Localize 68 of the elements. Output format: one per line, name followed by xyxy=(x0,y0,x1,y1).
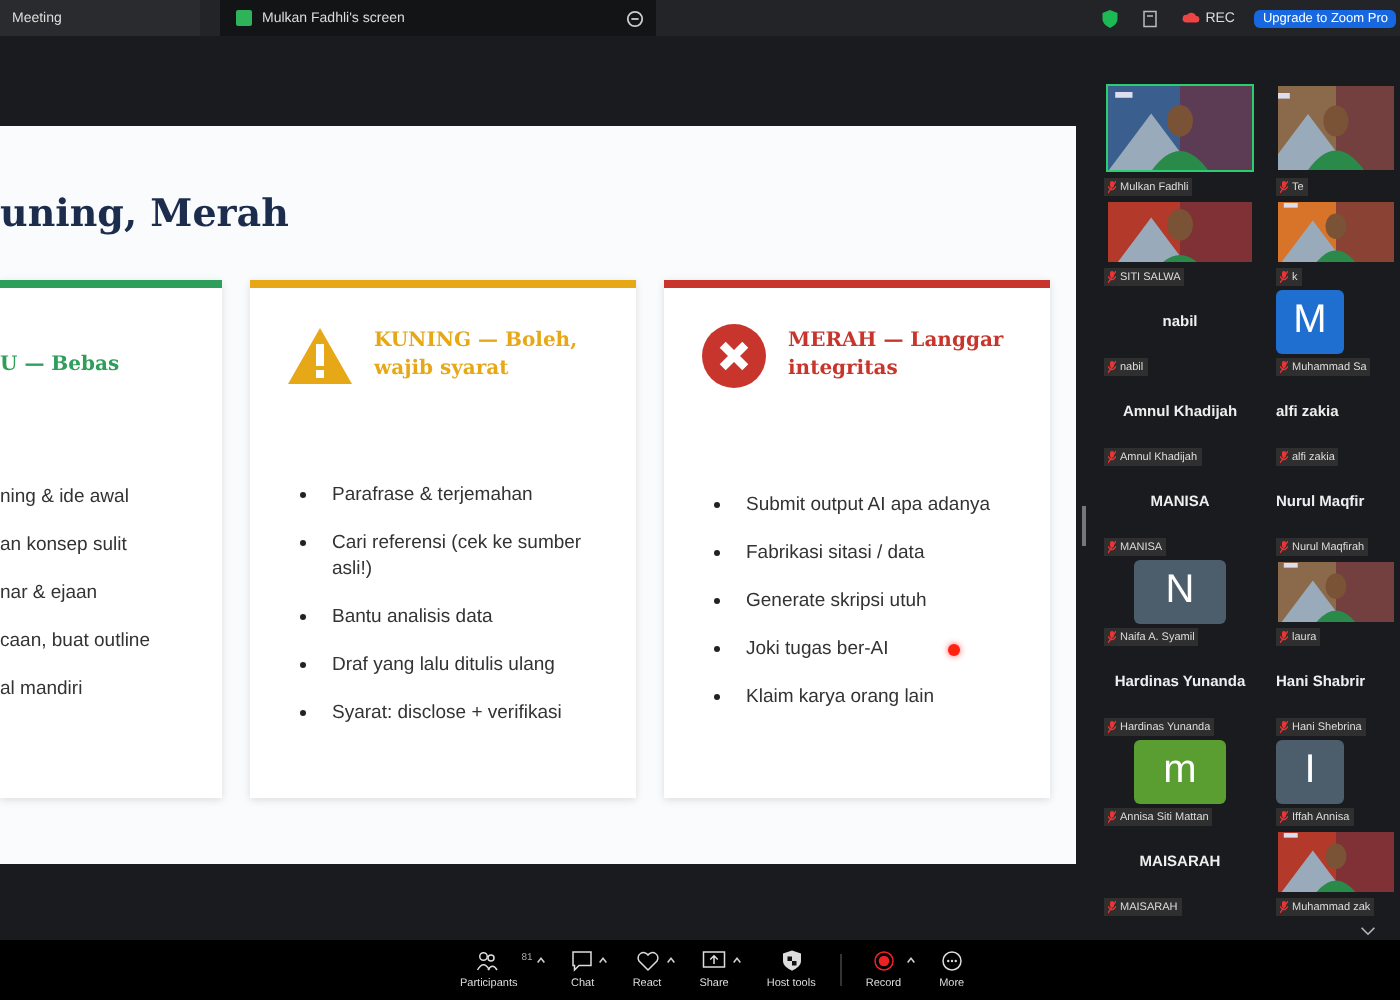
bullet-item: an konsep sulit xyxy=(0,532,129,558)
video-frame[interactable] xyxy=(1106,199,1254,263)
video-frame[interactable] xyxy=(1106,84,1254,172)
muted-mic-icon xyxy=(1108,540,1116,554)
caret-icon[interactable] xyxy=(536,956,547,964)
muted-mic-icon xyxy=(1108,450,1116,464)
more-icon xyxy=(939,950,964,972)
warning-icon xyxy=(286,324,354,388)
muted-mic-icon xyxy=(1108,900,1116,914)
avatar: m xyxy=(1134,739,1226,803)
bullet-item: Cari referensi (cek ke sumber asli!) xyxy=(298,530,620,582)
card-heading: U — Bebas xyxy=(0,352,120,380)
muted-mic-icon xyxy=(1108,810,1116,824)
shield-icon xyxy=(779,950,804,972)
bullet-item: Joki tugas ber-AI xyxy=(712,636,1034,662)
muted-mic-icon xyxy=(1280,810,1288,824)
slide-title: uning, Merah xyxy=(0,190,291,240)
bullet-item: Generate skripsi utuh xyxy=(712,588,1034,614)
muted-mic-icon xyxy=(1280,270,1288,284)
participants-icon xyxy=(476,950,501,972)
record-icon xyxy=(871,950,896,972)
error-icon xyxy=(700,324,768,388)
muted-mic-icon xyxy=(1280,900,1288,914)
muted-mic-icon xyxy=(1108,180,1116,194)
shield-icon[interactable] xyxy=(1101,9,1118,27)
caret-icon[interactable] xyxy=(598,956,609,964)
chat-icon xyxy=(570,950,595,972)
avatar: I xyxy=(1276,739,1344,803)
bullet-item: Syarat: disclose + verifikasi xyxy=(298,700,620,726)
muted-mic-icon xyxy=(1108,630,1116,644)
chevron-down-icon[interactable] xyxy=(1360,926,1376,936)
video-frame[interactable] xyxy=(1276,829,1396,893)
caret-icon[interactable] xyxy=(905,956,916,964)
share-screen-icon xyxy=(702,950,727,972)
muted-mic-icon xyxy=(1108,720,1116,734)
muted-mic-icon xyxy=(1280,450,1288,464)
screen-share-icon xyxy=(236,10,252,26)
muted-mic-icon xyxy=(1280,630,1288,644)
bullet-item: Klaim karya orang lain xyxy=(712,684,1034,710)
resize-handle[interactable] xyxy=(1082,506,1086,546)
card-heading: KUNING — Boleh, wajib syarat xyxy=(374,328,580,384)
heart-icon xyxy=(635,950,659,972)
avatar: M xyxy=(1276,289,1344,353)
bullet-item: Submit output AI apa adanya xyxy=(712,492,1034,518)
muted-mic-icon xyxy=(1280,360,1288,374)
caret-icon[interactable] xyxy=(732,956,743,964)
card-heading: MERAH — Langgar integritas xyxy=(788,328,1006,384)
bullet-item: Bantu analisis data xyxy=(298,604,620,630)
muted-mic-icon xyxy=(1280,180,1288,194)
bullet-item: Parafrase & terjemahan xyxy=(298,482,620,508)
bullet-item: Fabrikasi sitasi / data xyxy=(712,540,1034,566)
bullet-item: caan, buat outline xyxy=(0,628,153,654)
bullet-item: ning & ide awal xyxy=(0,484,131,510)
muted-mic-icon xyxy=(1108,360,1116,374)
video-frame[interactable] xyxy=(1276,559,1396,623)
bullet-item: al mandiri xyxy=(0,676,85,702)
caret-icon[interactable] xyxy=(665,956,676,964)
video-frame[interactable] xyxy=(1276,199,1396,263)
muted-mic-icon xyxy=(1280,720,1288,734)
cloud-icon[interactable] xyxy=(1181,12,1200,24)
document-icon[interactable] xyxy=(1141,9,1158,27)
bullet-item: nar & ejaan xyxy=(0,580,100,606)
minimize-icon[interactable] xyxy=(626,9,644,27)
muted-mic-icon xyxy=(1280,540,1288,554)
muted-mic-icon xyxy=(1108,270,1116,284)
bullet-item: Draf yang lalu ditulis ulang xyxy=(298,652,620,678)
video-frame[interactable] xyxy=(1276,84,1396,172)
avatar: N xyxy=(1134,559,1226,623)
